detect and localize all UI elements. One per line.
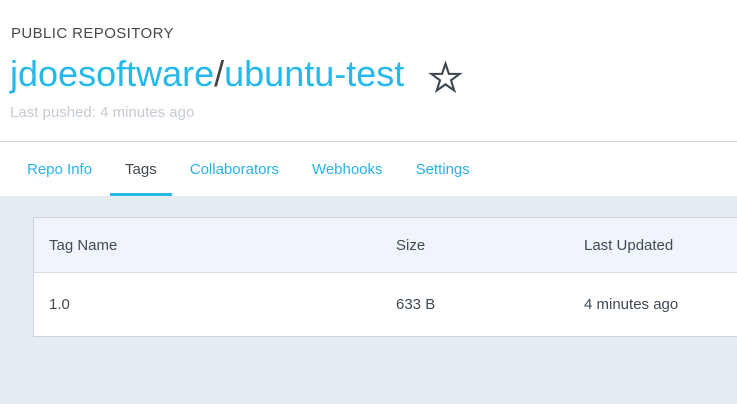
- cell-last-updated: 4 minutes ago: [569, 296, 737, 313]
- repo-separator: /: [214, 53, 224, 94]
- cell-size: 633 B: [381, 296, 569, 313]
- repo-namespace: jdoesoftware: [10, 53, 214, 94]
- content-area: Tag Name Size Last Updated 1.0 633 B 4 m…: [0, 196, 737, 404]
- repo-name: ubuntu-test: [224, 53, 404, 94]
- column-header-tag-name: Tag Name: [34, 237, 381, 254]
- repo-tab-bar: Repo Info Tags Collaborators Webhooks Se…: [0, 142, 737, 196]
- tab-repo-info[interactable]: Repo Info: [12, 142, 107, 196]
- column-header-size: Size: [381, 237, 569, 254]
- tab-tags[interactable]: Tags: [110, 142, 172, 196]
- star-outline-icon: [428, 61, 463, 96]
- column-header-last-updated: Last Updated: [569, 237, 737, 254]
- repository-visibility-label: PUBLIC REPOSITORY: [11, 25, 174, 42]
- tags-table-card: Tag Name Size Last Updated 1.0 633 B 4 m…: [33, 217, 737, 337]
- table-header-row: Tag Name Size Last Updated: [34, 218, 737, 273]
- tab-collaborators[interactable]: Collaborators: [175, 142, 294, 196]
- star-repository-button[interactable]: [428, 61, 463, 96]
- page-title: jdoesoftware/ubuntu-test: [10, 53, 404, 95]
- table-row: 1.0 633 B 4 minutes ago: [34, 273, 737, 336]
- tab-webhooks[interactable]: Webhooks: [297, 142, 398, 196]
- cell-tag-name: 1.0: [34, 296, 381, 313]
- tab-settings[interactable]: Settings: [401, 142, 485, 196]
- last-pushed-status: Last pushed: 4 minutes ago: [10, 104, 194, 121]
